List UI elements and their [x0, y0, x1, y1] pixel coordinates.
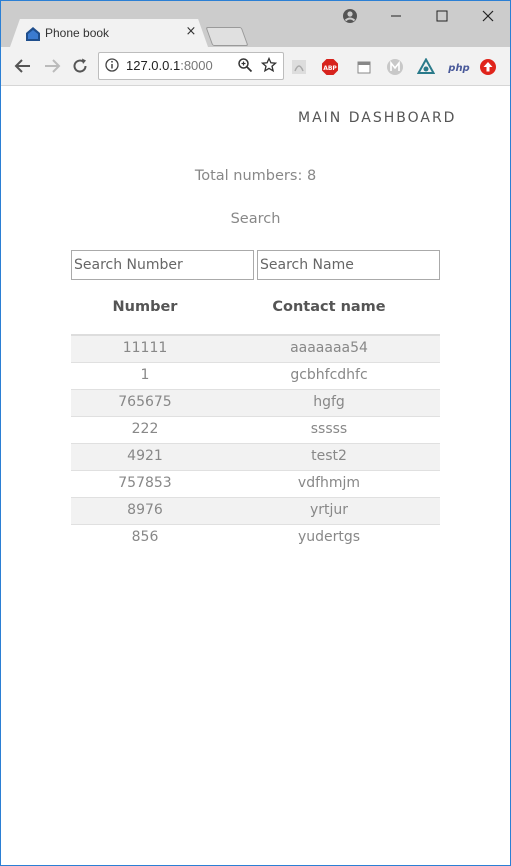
url-host: 127.0.0.1	[126, 58, 181, 73]
new-tab-button[interactable]	[205, 27, 249, 46]
header-number: Number	[112, 299, 178, 315]
forward-arrow-icon[interactable]	[42, 56, 62, 76]
cell-contact-name: sssss	[310, 421, 348, 437]
site-favicon-icon	[26, 27, 40, 41]
maximize-icon[interactable]	[431, 5, 453, 27]
header-contact-name: Contact name	[272, 299, 386, 315]
table-row: 222 sssss	[71, 417, 440, 444]
drive-extension-icon[interactable]	[417, 58, 435, 76]
search-number-input[interactable]	[71, 250, 254, 280]
page-extension-icon[interactable]	[355, 58, 373, 76]
phone-table: Number Contact name 11111 aaaaaaa54 1 gc…	[71, 290, 440, 551]
cell-number: 11111	[122, 340, 168, 356]
pdf-extension-icon[interactable]	[290, 58, 308, 76]
back-arrow-icon[interactable]	[13, 56, 33, 76]
total-numbers-text: Total numbers: 8	[194, 168, 317, 184]
tab-title: Phone book	[45, 26, 110, 40]
close-window-icon[interactable]	[477, 5, 499, 27]
php-extension-icon[interactable]: php	[447, 58, 471, 76]
table-row: 8976 yrtjur	[71, 498, 440, 525]
page-content: MAIN DASHBOARD Total numbers: 8 Search N…	[1, 86, 510, 865]
cell-number: 757853	[118, 475, 172, 491]
adblock-plus-icon[interactable]: ABP	[321, 58, 339, 76]
svg-text:php: php	[447, 63, 469, 74]
cell-number: 856	[131, 529, 159, 545]
cell-contact-name: vdfhmjm	[297, 475, 361, 491]
bookmark-star-icon[interactable]	[261, 57, 277, 73]
zoom-icon[interactable]	[237, 57, 253, 73]
table-row: 11111 aaaaaaa54	[71, 336, 440, 363]
cell-number: 8976	[127, 502, 163, 518]
table-row: 1 gcbhfcdhfc	[71, 363, 440, 390]
address-bar[interactable]: 127.0.0.1:8000	[98, 52, 284, 80]
cell-number: 222	[131, 421, 159, 437]
upload-extension-icon[interactable]	[479, 58, 497, 76]
main-dashboard-link[interactable]: MAIN DASHBOARD	[298, 110, 456, 126]
cell-number: 1	[140, 367, 150, 383]
tab-close-icon[interactable]: ×	[182, 23, 200, 41]
tab-phone-book[interactable]: Phone book ×	[10, 19, 208, 47]
cell-contact-name: gcbhfcdhfc	[290, 367, 368, 383]
cell-contact-name: yrtjur	[309, 502, 349, 518]
title-bar: Phone book ×	[1, 1, 510, 47]
search-heading: Search	[230, 211, 281, 227]
cell-contact-name: test2	[311, 448, 347, 464]
table-row: 765675 hgfg	[71, 390, 440, 417]
cell-contact-name: hgfg	[313, 394, 345, 410]
profile-icon[interactable]	[339, 5, 361, 27]
reload-icon[interactable]	[70, 56, 90, 76]
url-text: 127.0.0.1:8000	[126, 58, 213, 73]
cell-contact-name: yudertgs	[297, 529, 361, 545]
search-name-input[interactable]	[257, 250, 440, 280]
url-port: :8000	[180, 58, 213, 73]
cell-number: 765675	[118, 394, 172, 410]
browser-toolbar: 127.0.0.1:8000 ABP php	[1, 47, 510, 86]
cell-number: 4921	[127, 448, 163, 464]
table-row: 856 yudertgs	[71, 525, 440, 551]
cell-contact-name: aaaaaaa54	[290, 340, 368, 356]
m-extension-icon[interactable]	[386, 58, 404, 76]
browser-window: Phone book × 127.0.0.1:8000 ABP php MAIN…	[0, 0, 511, 866]
table-header: Number Contact name	[71, 290, 440, 336]
minimize-icon[interactable]	[385, 5, 407, 27]
table-row: 757853 vdfhmjm	[71, 471, 440, 498]
svg-text:ABP: ABP	[323, 65, 337, 72]
info-icon[interactable]	[105, 58, 119, 72]
table-row: 4921 test2	[71, 444, 440, 471]
